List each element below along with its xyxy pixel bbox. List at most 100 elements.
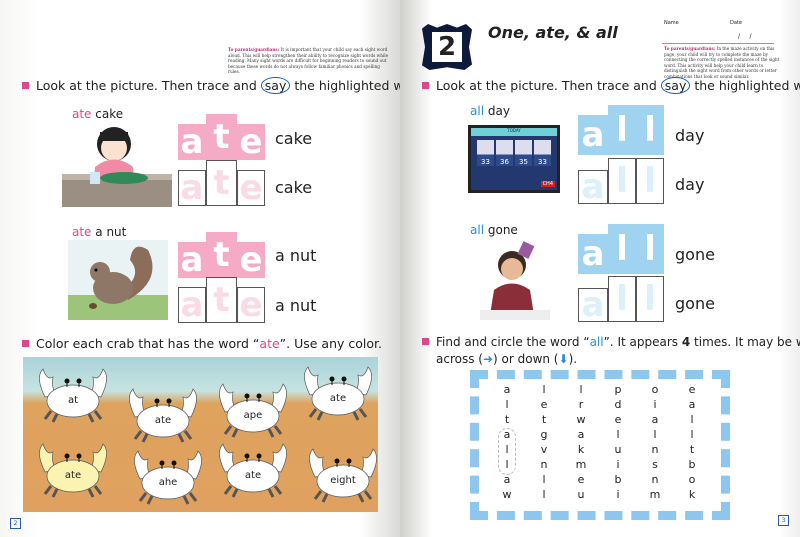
trace-ate-boxes[interactable]: ate <box>178 277 265 323</box>
grid-letter[interactable]: r <box>574 398 588 411</box>
name-line[interactable] <box>662 43 774 44</box>
trace-all-highlight: all <box>578 224 664 274</box>
word-gone: gone <box>675 245 715 264</box>
date-label: Date <box>730 20 742 26</box>
crab-word: ate <box>64 470 82 481</box>
grid-letter[interactable]: o <box>685 473 699 486</box>
grid-letter[interactable]: l <box>685 413 699 426</box>
crab-beach-scene: at ate ape ate ate ahe ate eight <box>23 357 378 512</box>
crab-word: at <box>67 395 79 406</box>
grid-letter[interactable]: e <box>611 413 625 426</box>
grid-letter[interactable]: l <box>611 428 625 441</box>
grid-letter[interactable]: i <box>611 488 625 501</box>
example-circle <box>498 428 516 475</box>
grid-letter[interactable]: l <box>500 398 514 411</box>
squirrel-picture <box>68 240 168 320</box>
trace-ate-highlight: ate <box>178 114 265 160</box>
grid-letter[interactable]: n <box>648 443 662 456</box>
trace-all-boxes[interactable]: all <box>578 276 664 322</box>
grid-letter[interactable]: u <box>574 488 588 501</box>
grid-letter[interactable]: k <box>685 488 699 501</box>
grid-letter[interactable]: w <box>500 488 514 501</box>
crab[interactable]: ape <box>213 382 293 440</box>
tv-weather-picture: TODAY 33 36 35 33 CH4 <box>468 125 560 193</box>
date-field[interactable]: / / <box>738 33 752 40</box>
crab[interactable]: ate <box>123 387 203 445</box>
grid-letter[interactable]: k <box>574 443 588 456</box>
grid-letter[interactable]: s <box>648 458 662 471</box>
grid-letter[interactable]: p <box>611 383 625 396</box>
crab[interactable]: ate <box>298 365 378 423</box>
grid-letter[interactable]: e <box>574 473 588 486</box>
word-cake: cake <box>275 129 313 148</box>
crab[interactable]: ahe <box>128 449 208 507</box>
crab[interactable]: ate <box>213 442 293 500</box>
grid-letter[interactable]: t <box>537 413 551 426</box>
page-number: 2 <box>10 518 21 529</box>
grid-letter[interactable]: t <box>500 413 514 426</box>
crab-word: ahe <box>158 477 178 488</box>
crab[interactable]: at <box>33 367 113 425</box>
picture-label: ate a nut <box>72 225 127 239</box>
crab-word: ape <box>243 410 263 421</box>
grid-letter[interactable]: l <box>537 473 551 486</box>
grid-letter[interactable]: e <box>537 398 551 411</box>
forecast-day: 36 <box>496 140 513 166</box>
grid-letter[interactable]: i <box>648 398 662 411</box>
grid-letter[interactable]: a <box>500 383 514 396</box>
forecast-day: 35 <box>515 140 532 166</box>
grid-letter[interactable]: b <box>611 473 625 486</box>
picture-label: ate cake <box>72 107 124 121</box>
grid-letter[interactable]: n <box>648 473 662 486</box>
girl-eating-picture <box>62 127 172 207</box>
instruction-trace: Look at the picture. Then trace and say … <box>422 77 800 94</box>
page-title: One, ate, & all <box>488 23 618 42</box>
instruction-trace: Look at the picture. Then trace and say … <box>22 77 428 94</box>
instruction-direction: across (➜) or down (⬇). <box>436 352 578 366</box>
grid-letter[interactable]: l <box>537 383 551 396</box>
trace-ate-highlight: ate <box>178 232 265 278</box>
parent-note: To parents/guardians: It is important th… <box>228 47 389 75</box>
grid-letter[interactable]: l <box>574 383 588 396</box>
grid-letter[interactable]: v <box>537 443 551 456</box>
crab[interactable]: ate <box>33 442 113 500</box>
word-cake-trace: cake <box>275 178 313 197</box>
grid-letter[interactable]: t <box>685 443 699 456</box>
left-page: To parents/guardians: It is important th… <box>0 0 428 537</box>
word-day-trace: day <box>675 175 705 194</box>
crab[interactable]: eight <box>303 447 383 505</box>
grid-letter[interactable]: b <box>685 458 699 471</box>
grid-letter[interactable]: l <box>685 428 699 441</box>
grid-letter[interactable]: a <box>685 398 699 411</box>
trace-all-boxes[interactable]: all <box>578 158 664 204</box>
boy-drinking-picture <box>480 241 550 320</box>
grid-letter[interactable]: d <box>611 398 625 411</box>
grid-letter[interactable]: a <box>574 428 588 441</box>
grid-letter[interactable]: u <box>611 443 625 456</box>
forecast-day: 33 <box>477 140 494 166</box>
forecast-day: 33 <box>534 140 551 166</box>
instruction-find: Find and circle the word “all”. It appea… <box>422 335 800 349</box>
grid-letter[interactable]: l <box>537 488 551 501</box>
grid-letter[interactable]: a <box>648 413 662 426</box>
word-a-nut-trace: a nut <box>275 296 317 315</box>
crab-word: ate <box>154 415 172 426</box>
grid-letter[interactable]: n <box>537 458 551 471</box>
trace-ate-boxes[interactable]: ate <box>178 160 265 206</box>
word-gone-trace: gone <box>675 294 715 313</box>
word-search-grid: allpoelerdiattwealagallllvkuntlnmisbaleb… <box>470 370 730 520</box>
page-number: 3 <box>778 515 789 526</box>
parent-note: To parents/guardians: In the maze activi… <box>664 46 780 79</box>
picture-label: all day <box>470 104 510 118</box>
grid-letter[interactable]: w <box>574 413 588 426</box>
trace-all-highlight: all <box>578 105 664 155</box>
crab-word: ate <box>329 393 347 404</box>
grid-letter[interactable]: l <box>648 428 662 441</box>
grid-letter[interactable]: i <box>611 458 625 471</box>
grid-letter[interactable]: e <box>685 383 699 396</box>
grid-letter[interactable]: o <box>648 383 662 396</box>
grid-letter[interactable]: g <box>537 428 551 441</box>
lesson-number: 2 <box>432 32 462 62</box>
grid-letter[interactable]: m <box>574 458 588 471</box>
grid-letter[interactable]: m <box>648 488 662 501</box>
